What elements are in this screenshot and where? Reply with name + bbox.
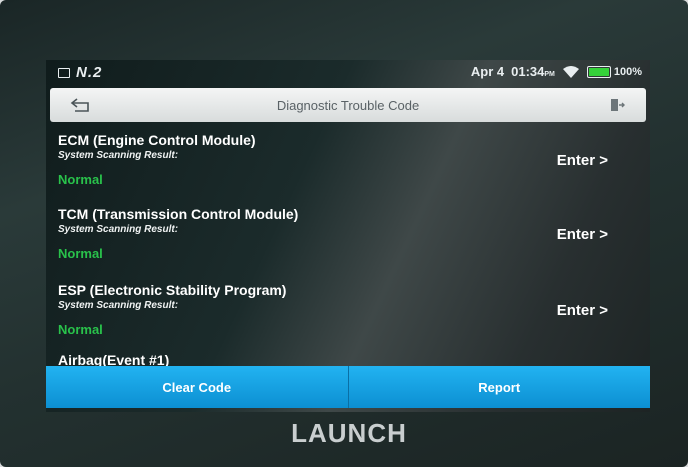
title-bar: Diagnostic Trouble Code (50, 88, 646, 122)
app-version: N.2 (76, 64, 103, 81)
brand-logo: LAUNCH (291, 418, 407, 448)
scan-result: Normal (58, 322, 103, 337)
enter-button[interactable]: Enter > (557, 226, 608, 243)
back-arrow-icon (70, 98, 89, 112)
status-bar: N.2 Apr 4 01:34PM 100% (46, 60, 650, 86)
status-time: 01:34PM (511, 64, 555, 79)
wifi-icon (562, 65, 580, 79)
battery-percent: 100% (613, 65, 642, 78)
enter-button[interactable]: Enter > (557, 152, 608, 169)
page-title: Diagnostic Trouble Code (276, 97, 420, 113)
system-name: TCM (Transmission Control Module) (58, 206, 299, 222)
system-subtitle: System Scanning Result: (58, 150, 179, 161)
system-name: ESP (Electronic Stability Program) (58, 282, 287, 298)
system-name: Airbag(Event #1) (58, 352, 170, 366)
system-subtitle: System Scanning Result: (58, 224, 179, 235)
action-bar: Clear Code Report (46, 366, 650, 408)
system-list: ECM (Engine Control Module) System Scann… (46, 126, 650, 366)
scan-result: Normal (58, 172, 103, 187)
battery-indicator: 100% (586, 65, 642, 78)
image-icon (58, 67, 70, 78)
report-button[interactable]: Report (347, 366, 650, 408)
system-subtitle: System Scanning Result: (58, 300, 179, 311)
screen: N.2 Apr 4 01:34PM 100% Diagnostic Troubl… (46, 60, 650, 412)
list-item[interactable]: Airbag(Event #1) (58, 350, 638, 366)
back-button[interactable] (60, 94, 102, 116)
device-frame: N.2 Apr 4 01:34PM 100% Diagnostic Troubl… (0, 0, 688, 467)
status-date: Apr 4 (470, 64, 505, 79)
enter-button[interactable]: Enter > (557, 302, 608, 319)
exit-icon (611, 99, 625, 111)
clear-code-button[interactable]: Clear Code (46, 366, 348, 408)
battery-icon (586, 65, 611, 78)
exit-button[interactable] (606, 96, 628, 114)
list-item[interactable]: ECM (Engine Control Module) System Scann… (58, 126, 638, 198)
scan-result: Normal (58, 246, 103, 261)
system-name: ECM (Engine Control Module) (58, 132, 256, 148)
list-item[interactable]: ESP (Electronic Stability Program) Syste… (58, 276, 638, 348)
list-item[interactable]: TCM (Transmission Control Module) System… (58, 200, 638, 272)
